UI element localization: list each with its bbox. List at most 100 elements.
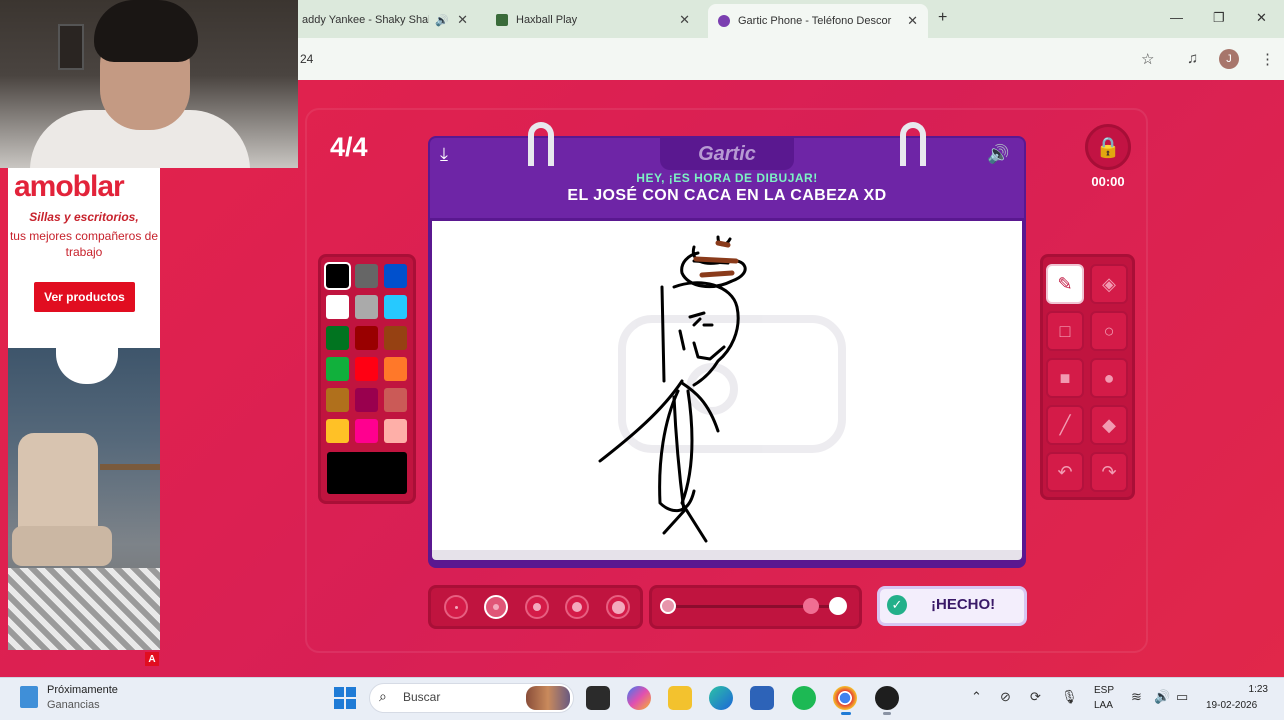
color-swatch[interactable] [384,357,407,381]
sync-icon[interactable]: ⟳ [1030,689,1041,705]
network-off-icon[interactable]: ⊘ [1000,689,1011,705]
current-color-preview [327,452,407,494]
pencil-icon[interactable]: ✎ [1046,264,1084,304]
color-swatch[interactable] [355,419,378,443]
maximize-icon[interactable]: ❐ [1213,10,1225,26]
advertisement[interactable]: amoblar Sillas y escritorios, tus mejore… [8,168,160,650]
fill-bucket-icon[interactable]: ◆ [1090,405,1128,445]
copilot-icon[interactable] [627,686,651,710]
ad-cta-button[interactable]: Ver productos [34,282,135,312]
brown-marks [693,240,739,278]
color-swatch[interactable] [326,357,349,381]
color-swatch[interactable] [355,388,378,412]
drawing-sketch [598,235,846,543]
color-swatch[interactable] [384,388,407,412]
canvas-bottom-edge [432,550,1022,560]
edge-icon[interactable] [709,686,733,710]
clock-time[interactable]: 1:23 [1236,684,1268,695]
task-view-icon[interactable] [586,686,610,710]
speaker-icon[interactable]: 🔊 [435,14,449,27]
color-swatch[interactable] [384,295,407,319]
color-swatch[interactable] [326,326,349,350]
download-icon[interactable]: ⤓ [440,144,448,165]
tab-daddy-yankee[interactable]: addy Yankee - Shaky Shak 🔊 ✕ [292,6,478,34]
rectangle-filled-icon[interactable]: ■ [1046,358,1084,398]
notebook-ring [900,122,926,166]
brush-size-2[interactable] [484,595,508,619]
brush-size-4[interactable] [565,595,589,619]
color-swatch[interactable] [324,262,351,290]
line-icon[interactable]: ╱ [1046,405,1084,445]
input-language[interactable]: ESP [1094,685,1114,696]
color-swatch[interactable] [384,264,407,288]
ad-rug [8,568,160,650]
volume-tray-icon[interactable]: 🔊 [1154,689,1170,705]
color-swatch[interactable] [384,326,407,350]
brush-size-3[interactable] [525,595,549,619]
drawing-canvas[interactable] [432,221,1022,550]
window-close-icon[interactable]: ✕ [1256,10,1267,26]
tab-label: Gartic Phone - Teléfono Descor [738,15,892,27]
more-menu-icon[interactable]: ⋮ [1260,50,1275,68]
close-icon[interactable]: ✕ [457,12,468,28]
brush-size-5[interactable] [606,595,630,619]
widget-subtitle: Ganancias [47,699,100,711]
search-highlight-image [526,686,570,710]
clock-date[interactable]: 19-02-2026 [1206,700,1257,711]
widget-title[interactable]: Próximamente [47,684,118,696]
store-icon[interactable] [750,686,774,710]
draw-prompt-hint: HEY, ¡ES HORA DE DIBUJAR! [636,171,818,185]
webcam-overlay [0,0,298,168]
opacity-min-marker [660,598,676,614]
color-swatch[interactable] [355,357,378,381]
close-icon[interactable]: ✕ [907,13,918,29]
adchoices-badge[interactable]: A [145,652,159,666]
profile-avatar[interactable]: J [1219,49,1239,69]
obs-icon[interactable] [875,686,899,710]
tab-label: addy Yankee - Shaky Shak [302,14,430,26]
tray-expand-icon[interactable]: ⌃ [971,689,982,705]
opacity-max-marker [803,598,819,614]
haxball-favicon-icon [496,14,508,26]
battery-icon[interactable]: ▭ [1176,689,1188,705]
color-swatch[interactable] [326,295,349,319]
obs-running-indicator [883,712,891,715]
bookmark-star-icon[interactable]: ☆ [1141,50,1154,68]
redo-icon[interactable]: ↷ [1090,452,1128,492]
gartic-favicon-icon [718,15,730,27]
color-swatch[interactable] [355,295,378,319]
windows-start-icon[interactable] [334,687,356,709]
undo-icon[interactable]: ↶ [1046,452,1084,492]
opacity-slider-handle[interactable] [829,597,847,615]
tab-gartic-phone[interactable]: Gartic Phone - Teléfono Descor ✕ [708,4,928,38]
color-swatch[interactable] [355,326,378,350]
color-swatch[interactable] [326,388,349,412]
notebook-ring [528,122,554,166]
media-control-icon[interactable]: ♫ [1187,50,1198,67]
tab-haxball[interactable]: Haxball Play ✕ [486,6,700,34]
ad-chair-seat [12,526,112,566]
ad-tagline: Sillas y escritorios, [29,210,139,224]
color-swatch[interactable] [384,419,407,443]
color-swatch[interactable] [326,419,349,443]
widgets-icon[interactable] [20,686,38,708]
circle-filled-icon[interactable]: ● [1090,358,1128,398]
spotify-icon[interactable] [792,686,816,710]
microphone-icon[interactable]: 🎙 [1061,689,1078,705]
input-layout[interactable]: LAA [1094,700,1113,711]
lock-icon: 🔒 [1085,124,1131,170]
brush-size-1[interactable] [444,595,468,619]
circle-outline-icon[interactable]: ○ [1090,311,1128,351]
close-icon[interactable]: ✕ [679,12,690,28]
volume-icon[interactable]: 🔊 [987,144,1009,165]
rectangle-outline-icon[interactable]: □ [1046,311,1084,351]
chrome-icon[interactable] [833,686,857,710]
file-explorer-icon[interactable] [668,686,692,710]
new-tab-icon[interactable]: + [938,9,947,27]
color-swatch[interactable] [355,264,378,288]
search-icon: ⌕ [379,688,387,704]
ad-brand-logo: amoblar [14,170,125,203]
minimize-icon[interactable]: — [1170,10,1183,25]
wifi-icon[interactable]: ≋ [1131,689,1142,705]
eraser-icon[interactable]: ◈ [1090,264,1128,304]
